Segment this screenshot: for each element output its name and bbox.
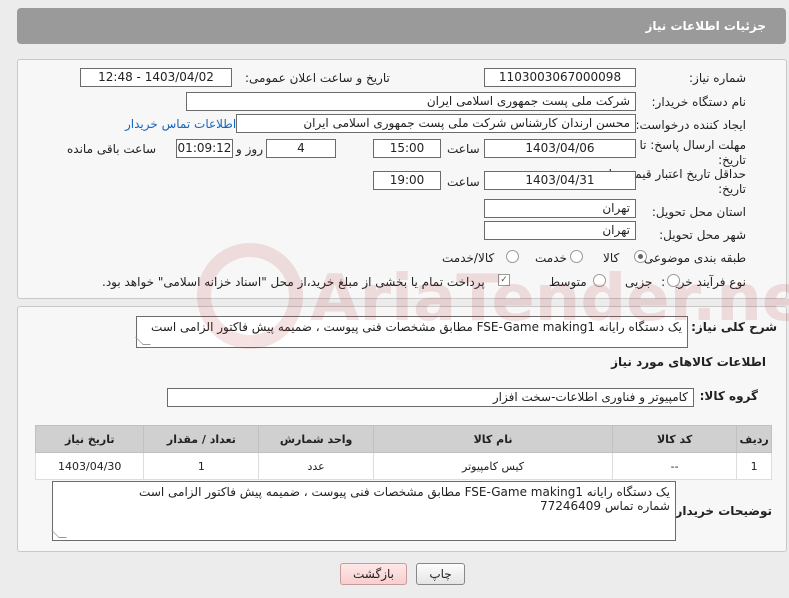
col-goods-code: کد کالا [612,425,738,453]
resize-handle[interactable] [135,337,151,345]
goods-group-field: کامپیوتر و فناوری اطلاعات-سخت افزار [167,388,694,407]
process-medium-label: متوسط [549,275,587,289]
description-field: یک دستگاه رایانه FSE-Game making1 مطابق … [135,316,688,348]
buyer-notes-label: توضیحات خریدار: [670,504,772,518]
buyer-notes-line-1: یک دستگاه رایانه FSE-Game making1 مطابق … [139,485,670,499]
goods-section-title: اطلاعات کالاهای مورد نیاز [611,355,766,369]
province-field: تهران [484,199,636,218]
remaining-label: ساعت باقی مانده [67,142,157,156]
print-button[interactable]: چاپ [416,563,465,585]
category-goods-radio[interactable] [634,250,647,263]
city-label: شهر محل تحویل: [659,228,746,242]
remaining-time-field: 01:09:12 [176,139,233,158]
description-label: شرح کلی نیاز: [691,320,777,334]
process-medium-radio[interactable] [593,274,606,287]
announce-label: تاریخ و ساعت اعلان عمومی: [245,71,390,85]
page-header: جزئیات اطلاعات نیاز [17,8,786,44]
treasury-note: پرداخت تمام یا بخشی از مبلغ خرید،از محل … [102,275,485,289]
cell-goods-name: کیس کامپیوتر [373,452,614,480]
description-text: یک دستگاه رایانه FSE-Game making1 مطابق … [151,320,682,334]
col-quantity: تعداد / مقدار [143,425,260,453]
buyer-notes-line-2: شماره تماس 77246409 [539,499,670,513]
cell-need-date: 1403/04/30 [34,452,145,480]
col-goods-name: نام کالا [373,425,614,453]
goods-table: ردیف کد کالا نام کالا واحد شمارش تعداد /… [34,425,772,480]
need-number-label: شماره نیاز: [689,71,746,85]
category-both-radio[interactable] [506,250,519,263]
col-unit: واحد شمارش [258,425,375,453]
validity-time-label: ساعت [447,175,480,189]
col-row-number: ردیف [736,425,772,453]
validity-date-label: تاریخ: [718,182,746,196]
table-header-row: ردیف کد کالا نام کالا واحد شمارش تعداد /… [34,425,772,453]
category-service-label: خدمت [535,251,567,265]
province-label: استان محل تحویل: [651,205,746,219]
category-both-label: کالا/خدمت [442,251,495,265]
table-row: 1 -- کیس کامپیوتر عدد 1 1403/04/30 [34,452,772,480]
days-label: روز و [236,142,263,156]
cell-quantity: 1 [143,452,260,480]
cell-row-number: 1 [736,452,772,480]
cell-unit: عدد [258,452,375,480]
page-title: جزئیات اطلاعات نیاز [645,19,766,33]
validity-date-field: 1403/04/31 [484,171,636,190]
creator-field: محسن ارندان کارشناس شرکت ملی پست جمهوری … [236,114,636,133]
category-label: طبقه بندی موضوعی: [639,251,746,265]
resize-handle[interactable] [51,530,67,538]
city-field: تهران [484,221,636,240]
days-field: 4 [266,139,336,158]
buyer-org-field: شرکت ملی پست جمهوری اسلامی ایران [186,92,636,111]
buyer-notes-field: یک دستگاه رایانه FSE-Game making1 مطابق … [51,481,676,541]
deadline-date-label: تاریخ: [718,153,746,167]
buyer-org-label: نام دستگاه خریدار: [651,95,747,109]
cell-goods-code: -- [612,452,738,480]
col-need-date: تاریخ نیاز [34,425,145,453]
process-minor-radio[interactable] [667,274,680,287]
contact-info-link[interactable]: اطلاعات تماس خریدار [125,117,236,131]
category-goods-label: کالا [603,251,620,265]
category-service-radio[interactable] [570,250,583,263]
deadline-time-label: ساعت [447,142,480,156]
goods-group-label: گروه کالا: [699,389,758,403]
process-minor-label: جزیی [625,275,653,289]
deadline-time-field: 15:00 [373,139,441,158]
back-button[interactable]: بازگشت [340,563,407,585]
creator-label: ایجاد کننده درخواست: [635,118,746,132]
need-number-field: 1103003067000098 [484,68,636,87]
deadline-label: مهلت ارسال پاسخ: تا [639,138,746,152]
treasury-checkbox[interactable]: ✓ [498,274,510,286]
announce-field: 1403/04/02 - 12:48 [80,68,232,87]
validity-time-field: 19:00 [373,171,441,190]
deadline-date-field: 1403/04/06 [484,139,636,158]
